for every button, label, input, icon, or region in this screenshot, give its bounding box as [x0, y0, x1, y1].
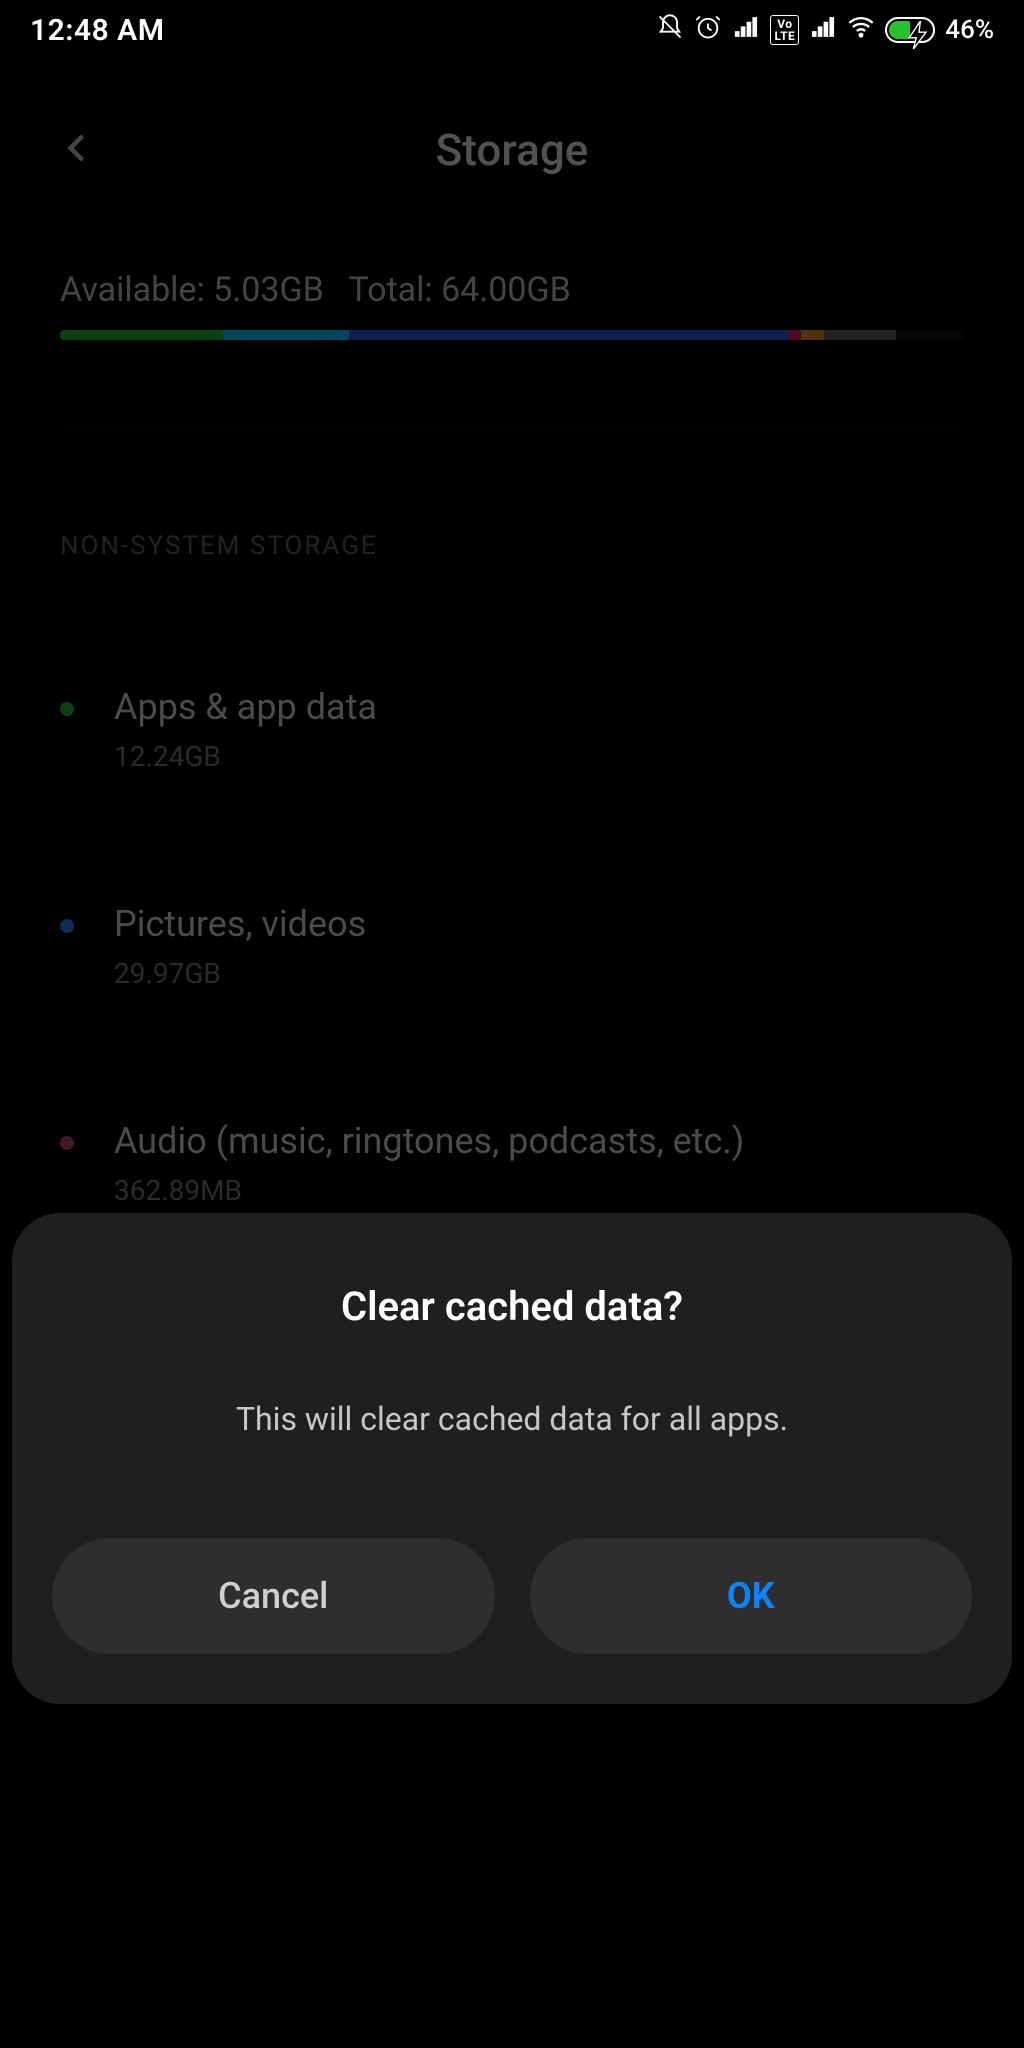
confirm-dialog: Clear cached data? This will clear cache… — [12, 1213, 1012, 1704]
dialog-message: This will clear cached data for all apps… — [52, 1400, 972, 1438]
signal-2-icon — [809, 13, 837, 48]
battery-icon — [885, 17, 935, 43]
dialog-title: Clear cached data? — [52, 1283, 972, 1330]
volte-icon: VoLTE — [770, 15, 799, 45]
dialog-buttons: Cancel OK — [52, 1538, 972, 1654]
status-time: 12:48 AM — [30, 13, 164, 48]
status-bar: 12:48 AM VoLTE 46% — [0, 0, 1024, 60]
signal-1-icon — [732, 13, 760, 48]
battery-percent: 46% — [945, 15, 994, 45]
ok-button[interactable]: OK — [530, 1538, 973, 1654]
modal-dim-overlay — [0, 0, 1024, 2048]
cancel-button[interactable]: Cancel — [52, 1538, 495, 1654]
dnd-icon — [656, 13, 684, 48]
status-icons: VoLTE 46% — [656, 13, 994, 48]
wifi-icon — [847, 13, 875, 48]
alarm-icon — [694, 13, 722, 48]
